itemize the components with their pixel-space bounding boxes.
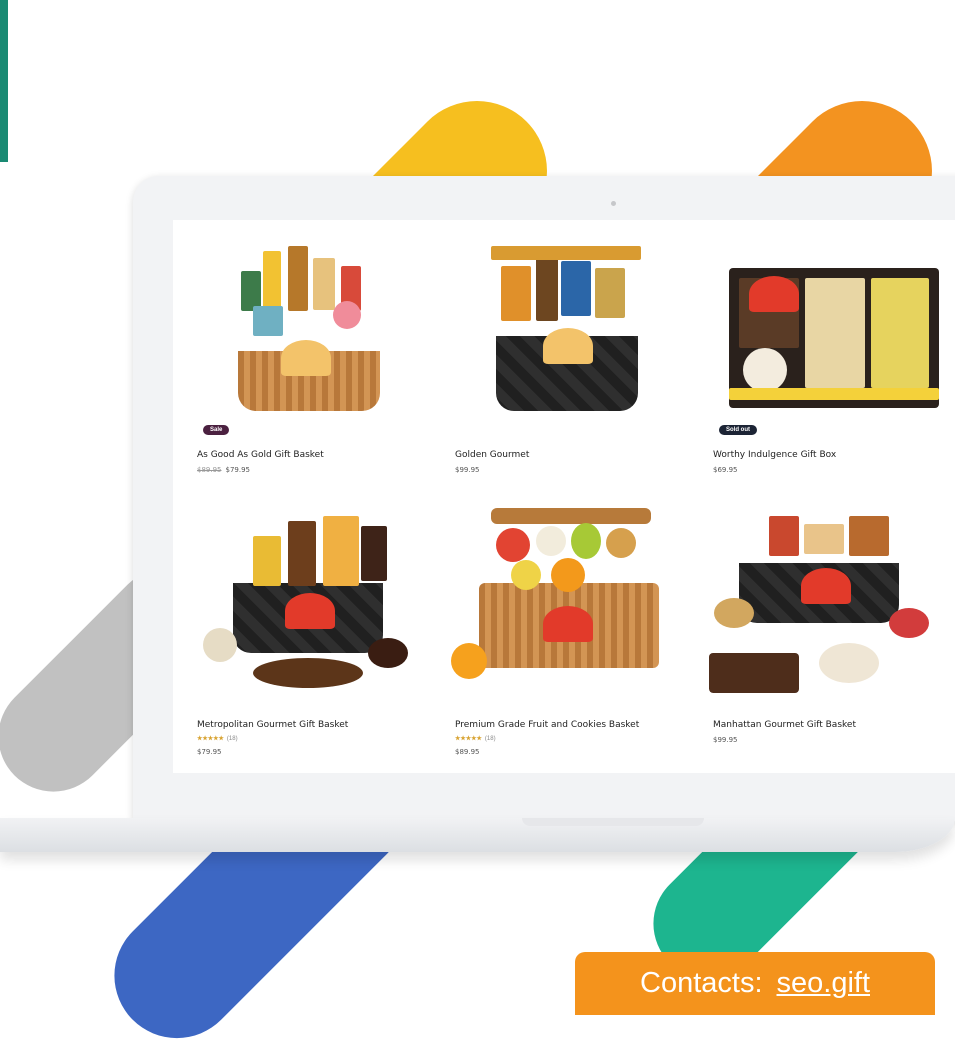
product-title[interactable]: Premium Grade Fruit and Cookies Basket [455,720,639,730]
product-price: $79.95 [197,748,222,756]
product-image-golden-gourmet[interactable] [451,228,683,423]
review-count: (18) [226,736,238,742]
teal-edge-bar [0,0,8,162]
product-image-metropolitan[interactable] [193,498,425,693]
red-bow-art [749,276,799,312]
product-title[interactable]: Manhattan Gourmet Gift Basket [713,720,856,730]
red-bow-art [801,568,851,604]
product-image-indulgence-box[interactable] [709,228,941,423]
contacts-banner: Contacts: seo.gift [575,952,935,1015]
rating-stars: ★★★★★ (18) [197,736,238,742]
laptop-notch [522,818,704,826]
product-image-manhattan[interactable] [709,498,941,693]
product-card[interactable]: Manhattan Gourmet Gift Basket $99.95 [709,498,955,773]
rating-stars: ★★★★★ (18) [455,736,496,742]
product-title[interactable]: As Good As Gold Gift Basket [197,450,324,460]
product-title[interactable]: Worthy Indulgence Gift Box [713,450,836,460]
old-price: $89.95 [197,466,222,474]
contacts-link[interactable]: seo.gift [777,967,871,1000]
product-price: $69.95 [713,466,738,474]
product-price: $99.95 [713,736,738,744]
camera-dot [611,201,616,206]
product-card[interactable]: Golden Gourmet $99.95 [451,228,709,498]
current-price: $79.95 [225,466,251,474]
contacts-label: Contacts: [640,967,763,999]
product-image-fruit-cookies[interactable] [451,498,683,693]
product-image-gold-basket[interactable] [193,228,425,423]
basket-contents-art [233,246,385,346]
product-price: $99.95 [455,466,480,474]
product-card[interactable]: Premium Grade Fruit and Cookies Basket ★… [451,498,709,773]
product-price: $89.95 $79.95 [197,466,250,474]
product-grid: Sale As Good As Gold Gift Basket $89.95 $… [193,228,955,773]
product-card[interactable]: Sale As Good As Gold Gift Basket $89.95 $… [193,228,451,498]
red-bow-art [543,606,593,642]
gold-bow-art [543,328,593,364]
product-card[interactable]: Sold out Worthy Indulgence Gift Box $69.… [709,228,955,498]
laptop-screen: Sale As Good As Gold Gift Basket $89.95 $… [173,220,955,773]
product-card[interactable]: Metropolitan Gourmet Gift Basket ★★★★★ (1… [193,498,451,773]
product-title[interactable]: Golden Gourmet [455,450,529,460]
sold-out-badge: Sold out [719,425,757,435]
product-price: $89.95 [455,748,480,756]
red-bow-art [285,593,335,629]
review-count: (18) [484,736,496,742]
sale-badge: Sale [203,425,230,435]
product-title[interactable]: Metropolitan Gourmet Gift Basket [197,720,348,730]
gold-bow-art [281,340,331,376]
laptop-base [0,818,955,852]
